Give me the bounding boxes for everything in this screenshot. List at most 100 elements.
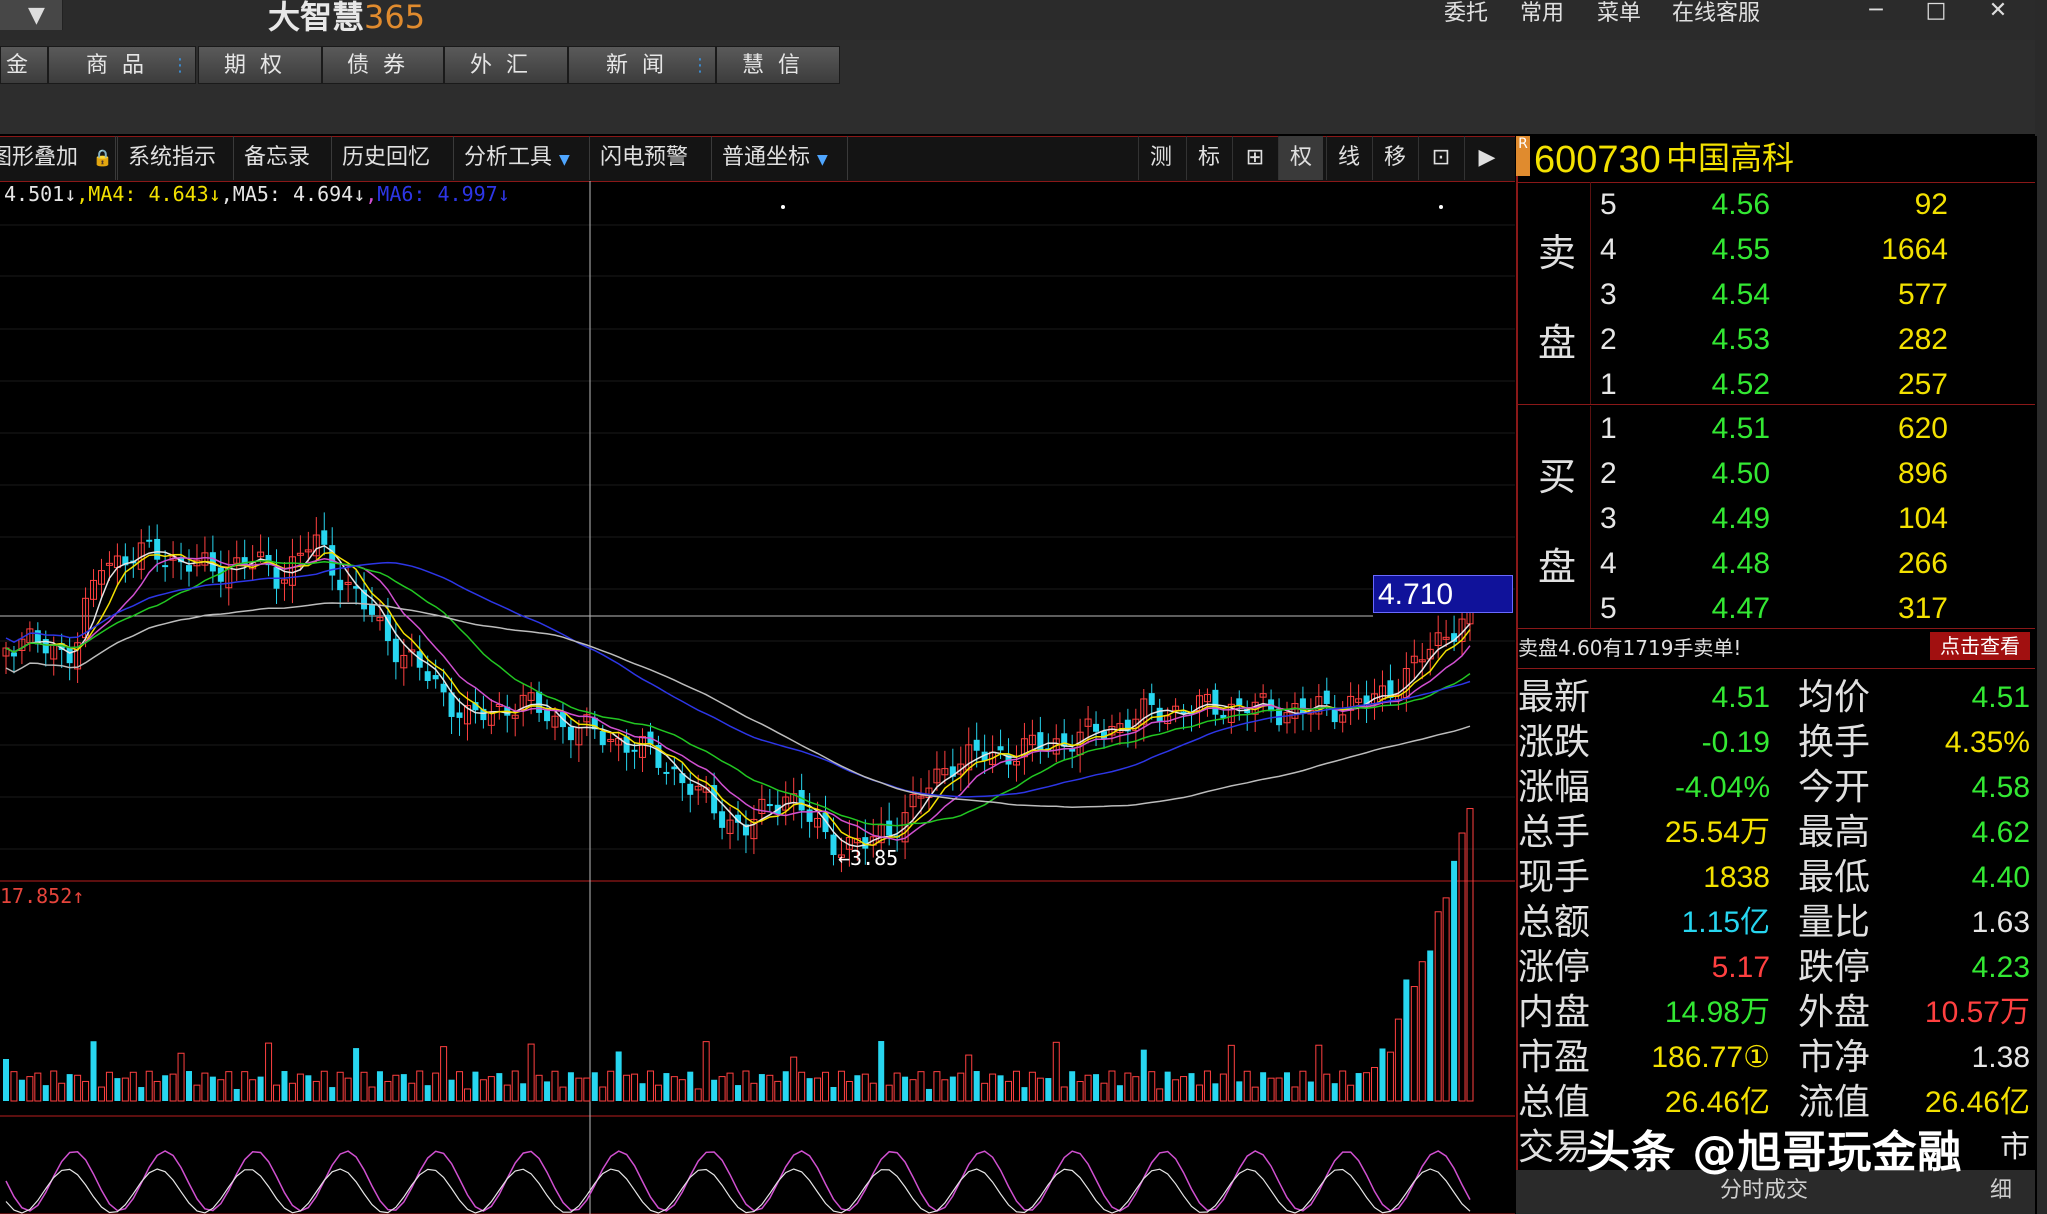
sell-price[interactable]: 4.53 [1660,317,1770,362]
volume-bar [1164,1071,1171,1101]
play-icon[interactable]: ▶ [1464,136,1509,180]
candle-body [663,771,670,774]
sell-price[interactable]: 4.54 [1660,272,1770,317]
tab-5[interactable]: 新闻 ⋮ [568,46,716,84]
sell-price[interactable]: 4.55 [1660,227,1770,272]
volume-bar [241,1071,249,1102]
volume-bar [670,1076,678,1102]
volume-bar [281,1071,288,1101]
volume-bar [105,1071,113,1102]
volume-bar [830,1086,837,1101]
volume-bar [551,1070,559,1102]
menu-caidan[interactable]: 菜单 [1597,0,1641,28]
volume-bar [1036,1077,1044,1102]
stat-value: 1.63 [1971,906,2030,939]
volume-bar [774,1080,782,1102]
toolbar-memo[interactable]: 备忘录 [234,136,332,180]
ma-line-grey [5,602,1471,809]
volume-bar [1069,1071,1076,1101]
volume-bar [742,1070,750,1102]
volume-bar [1434,911,1442,1102]
tab-detail[interactable]: 细 [1990,1170,2012,1212]
candle-body [162,565,169,568]
toolbar-normal-axis[interactable]: 普通坐标 ▼ [712,136,848,180]
grid-icon[interactable]: ⊞ [1232,136,1277,180]
stat-value: 1838 [1703,861,1770,894]
buy-price[interactable]: 4.47 [1660,586,1770,631]
candle-body [424,671,431,682]
volume-bar [432,1072,440,1102]
more-dots-icon[interactable]: ⋮ [691,47,709,85]
buy-price[interactable]: 4.50 [1660,451,1770,496]
volume-bar [1363,1072,1371,1102]
rights-adjust-icon[interactable]: 权 [1278,136,1323,180]
tab-4[interactable]: 外汇 [444,46,568,84]
volume-bar [758,1074,765,1101]
tab-2[interactable]: 期权 [198,46,322,84]
tab-3[interactable]: 债券 [322,46,444,84]
marker-dot [781,205,785,209]
tab-6[interactable]: 慧信 [716,46,840,84]
candle-body [154,538,161,560]
mark-icon[interactable]: 标 [1186,136,1231,180]
sell-price[interactable]: 4.56 [1660,182,1770,227]
minimize-icon[interactable]: ─ [1856,0,1896,28]
stock-code[interactable]: 600730 [1534,136,1661,184]
menu-weituo[interactable]: 委托 [1444,0,1488,28]
buy-price[interactable]: 4.51 [1660,406,1770,451]
volume-bar [965,1054,973,1102]
ma3-value: 4.501↓ [4,182,77,206]
volume-bar [718,1076,726,1102]
toolbar-analysis-tools[interactable]: 分析工具 ▼ [454,136,590,180]
tab-0[interactable]: 金 [0,46,48,84]
ma-legend: 4.501↓,MA4: 4.643↓,MA5: 4.694↓,MA6: 4.99… [4,182,510,206]
kline-chart[interactable] [0,181,1515,1214]
volume-bar [766,1074,774,1102]
toolbar-history-replay[interactable]: 历史回忆 [332,136,454,180]
measure-icon[interactable]: 测 [1138,136,1183,180]
volume-bar [925,1088,932,1101]
stat-value: -4.04% [1674,771,1770,804]
close-icon[interactable]: ✕ [1978,0,2018,28]
watermark: 头条 @旭哥玩金融 [1586,1127,1963,1178]
tab-label: 新闻 [605,53,678,78]
volume-bar [790,1056,798,1102]
volume-bar [305,1075,312,1101]
volume-bar [997,1075,1004,1101]
stat-value: 1.38 [1971,1041,2030,1074]
menu-changyong[interactable]: 常用 [1520,0,1564,28]
toolbar-system-indicator[interactable]: 系统指示 [118,136,234,180]
maximize-icon[interactable]: □ [1916,0,1956,28]
volume-bar [129,1071,137,1102]
more-dots-icon[interactable]: ⋮ [171,47,189,85]
stat-label: 最低 [1798,857,1871,898]
volume-bar [878,1041,885,1101]
stat-value: 5.17 [1711,951,1770,984]
volume-legend: 17.852↑ [0,884,85,908]
volume-bar [1212,1083,1219,1101]
volume-bar [631,1073,639,1102]
stock-name[interactable]: 中国高科 [1666,136,1794,180]
volume-bar [1012,1070,1020,1102]
candle-body [456,712,463,718]
toolbar-flash-alert[interactable]: 闪电预警 [590,136,712,180]
sell-price[interactable]: 4.52 [1660,362,1770,407]
candle-body [10,652,17,657]
buy-price[interactable]: 4.48 [1660,541,1770,586]
price-cursor-label: 4.710 [1373,575,1513,613]
volume-bar [1442,897,1450,1102]
line-icon[interactable]: 线 [1326,136,1371,180]
volume-bar [114,1078,121,1101]
buy-price[interactable]: 4.49 [1660,496,1770,541]
menu-online-service[interactable]: 在线客服 [1672,0,1760,28]
window-icon[interactable]: ⊡ [1418,136,1463,180]
move-icon[interactable]: 移 [1372,136,1417,180]
volume-bar [599,1086,607,1102]
volume-bar [591,1072,598,1101]
lock-icon[interactable]: 🔒 [88,136,118,180]
candle-body [369,604,375,615]
stat-label: 涨幅 [1518,767,1591,808]
tab-1[interactable]: 商品 ⋮ [48,46,196,84]
notice-view-button[interactable]: 点击查看 [1930,632,2030,660]
window-menu-dropdown[interactable]: ▼ [0,0,63,30]
